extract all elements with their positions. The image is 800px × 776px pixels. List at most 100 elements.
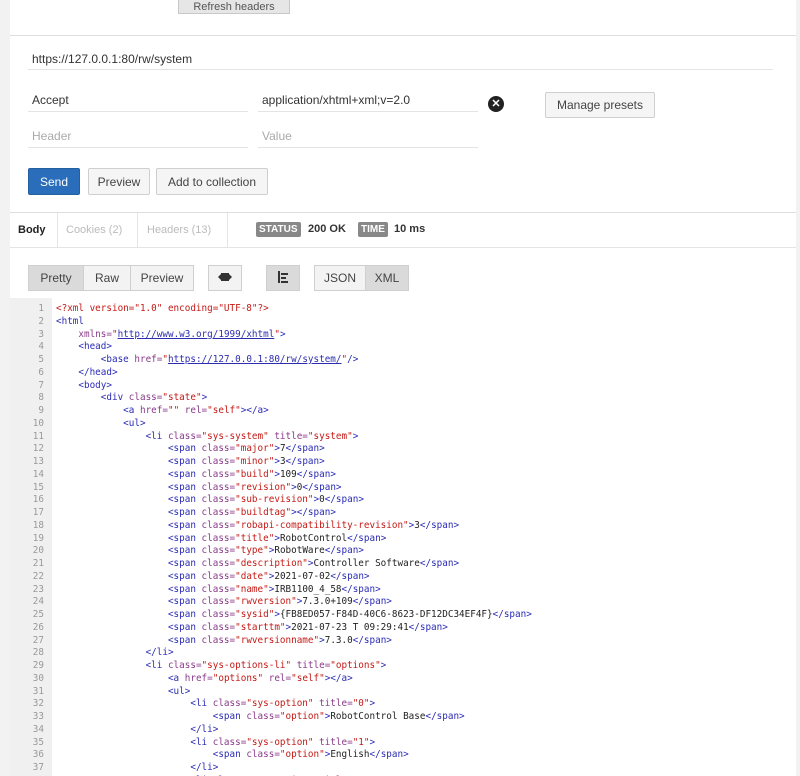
- code-line: 10 <ul>: [10, 418, 146, 431]
- code-token: title=: [319, 736, 353, 748]
- code-token: Controller Software: [313, 558, 420, 569]
- code-token: class=: [201, 558, 236, 569]
- code-line: 33 <span class="option">RobotControl Bas…: [10, 711, 465, 724]
- tab-body[interactable]: Body: [18, 213, 46, 247]
- line-number: 13: [32, 456, 44, 467]
- line-number: 35: [32, 736, 44, 748]
- code-token: </span>: [330, 570, 370, 582]
- preview-button[interactable]: Preview: [88, 168, 150, 195]
- code-line: 18 <span class="robapi-compatibility-rev…: [10, 520, 459, 533]
- new-header-value-input[interactable]: [258, 124, 478, 148]
- code-token: <span: [167, 481, 202, 493]
- refresh-headers-button[interactable]: Refresh headers: [178, 0, 290, 14]
- code-token: <a: [123, 405, 140, 416]
- code-token: "minor": [235, 456, 275, 467]
- code-line: 37 </li>: [10, 762, 219, 775]
- remove-header-icon[interactable]: ✕: [488, 96, 504, 112]
- code-token: class=: [128, 392, 163, 404]
- code-token: "build": [235, 468, 275, 480]
- code-token: rel=: [268, 672, 292, 684]
- wrap-icon: [278, 270, 288, 283]
- pretty-button[interactable]: Pretty: [28, 265, 84, 291]
- wrap-lines-button[interactable]: [266, 265, 300, 291]
- code-token: "self": [291, 672, 325, 684]
- code-token: class=: [246, 749, 280, 761]
- code-token: </span>: [369, 749, 409, 761]
- line-number: 17: [32, 507, 44, 518]
- line-number: 25: [32, 609, 44, 620]
- add-to-collection-button[interactable]: Add to collection: [156, 168, 268, 195]
- line-number: 16: [32, 494, 44, 506]
- code-line: 28 </li>: [10, 647, 174, 660]
- code-token: <span: [167, 494, 202, 506]
- code-token: <span: [167, 634, 202, 646]
- code-token: >: [369, 698, 376, 710]
- code-token: <li: [190, 736, 213, 748]
- header-key-input[interactable]: [28, 88, 248, 112]
- xml-button[interactable]: XML: [365, 265, 409, 291]
- code-token: <li: [190, 698, 213, 710]
- code-token: <li: [145, 660, 168, 671]
- code-token: "description": [235, 558, 308, 569]
- code-token: "starttm": [235, 621, 286, 633]
- tab-cookies[interactable]: Cookies (2): [66, 213, 122, 247]
- code-token: "sysid": [235, 609, 275, 620]
- code-token: class=: [212, 736, 247, 748]
- code-token: <span: [167, 609, 202, 620]
- manage-presets-button[interactable]: Manage presets: [545, 92, 655, 118]
- code-line: 13 <span class="minor">3</span>: [10, 456, 325, 469]
- code-token: "major": [235, 443, 275, 455]
- send-button[interactable]: Send: [28, 168, 80, 195]
- code-line: 24 <span class="rwversion">7.3.0+109</sp…: [10, 596, 392, 609]
- code-line: 14 <span class="build">109</span>: [10, 469, 336, 482]
- line-number: 37: [32, 762, 44, 773]
- new-header-key-input[interactable]: [28, 124, 248, 148]
- code-line: 2 <html: [10, 316, 84, 329]
- time-tag: TIME: [358, 222, 388, 237]
- code-token: <ul>: [167, 685, 191, 697]
- code-token: ></a>: [240, 405, 269, 416]
- code-token: </span>: [408, 621, 448, 633]
- code-token: RobotWare: [274, 545, 325, 557]
- tab-headers[interactable]: Headers (13): [147, 213, 211, 247]
- raw-button[interactable]: Raw: [83, 265, 131, 291]
- code-token: "": [167, 405, 185, 416]
- line-number: 26: [32, 621, 44, 633]
- code-token: "revision": [235, 481, 292, 493]
- code-token: "system": [307, 430, 353, 442]
- code-token: <span: [167, 545, 202, 557]
- code-token: </span>: [425, 711, 465, 722]
- code-token: ></a>: [324, 672, 353, 684]
- code-token: title=: [274, 430, 308, 442]
- code-line: 21 <span class="description">Controller …: [10, 558, 459, 571]
- code-token: "rwversion": [235, 596, 297, 608]
- divider: [10, 247, 796, 248]
- code-token: <span: [167, 443, 202, 455]
- code-token: </span>: [296, 507, 336, 518]
- format-toggle-button[interactable]: [208, 265, 242, 291]
- preview-view-button[interactable]: Preview: [130, 265, 194, 291]
- line-number: 2: [38, 315, 44, 327]
- code-line: 16 <span class="sub-revision">0</span>: [10, 494, 364, 507]
- json-button[interactable]: JSON: [314, 265, 366, 291]
- code-token: <span: [167, 558, 202, 569]
- code-token: {FB8ED057-F84D-40C6-8623-DF12DC34EF4F}: [279, 609, 493, 620]
- code-token: class=: [201, 621, 236, 633]
- code-line: 27 <span class="rwversionname">7.3.0</sp…: [10, 635, 392, 648]
- code-token: "name": [235, 583, 269, 595]
- url-input[interactable]: [28, 48, 773, 70]
- header-value-input[interactable]: [258, 88, 478, 112]
